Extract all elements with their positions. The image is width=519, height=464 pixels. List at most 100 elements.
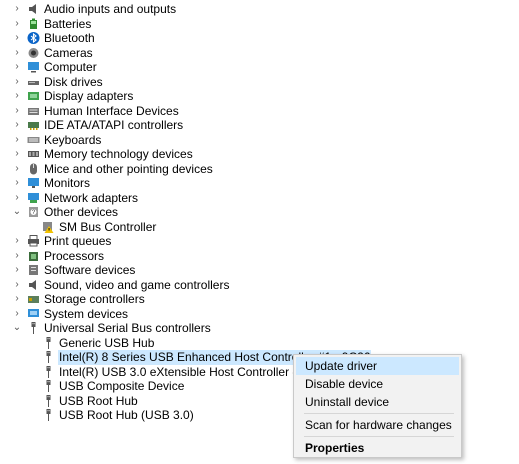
tree-item-label: Processors bbox=[44, 248, 105, 263]
tree-category-audio-inputs-and-outputs[interactable]: › Audio inputs and outputs bbox=[0, 2, 519, 17]
tree-category-other-devices[interactable]: ⌄? Other devices bbox=[0, 205, 519, 220]
disk-drive-icon bbox=[28, 80, 39, 85]
chevron-right-icon[interactable]: › bbox=[12, 118, 22, 133]
tree-category-storage-controllers[interactable]: › Storage controllers bbox=[0, 292, 519, 307]
tree-item-label: Cameras bbox=[44, 45, 93, 60]
tree-item-label: Monitors bbox=[44, 176, 91, 190]
printer-icon bbox=[28, 235, 39, 247]
tree-category-network-adapters[interactable]: › Network adapters bbox=[0, 191, 519, 206]
usb-icon bbox=[46, 380, 51, 392]
tree-item-label: IDE ATA/ATAPI controllers bbox=[44, 118, 184, 132]
tree-device-generic-usb-hub[interactable]: Generic USB Hub bbox=[0, 336, 519, 351]
chevron-right-icon[interactable]: › bbox=[12, 17, 22, 32]
tree-item-label: Storage controllers bbox=[44, 292, 145, 306]
tree-item-label: Human Interface Devices bbox=[44, 103, 179, 118]
tree-category-monitors[interactable]: › Monitors bbox=[0, 176, 519, 191]
sound-icon bbox=[29, 279, 36, 290]
tree-category-memory-technology-devices[interactable]: › Memory technology devices bbox=[0, 147, 519, 162]
tree-item-label: Universal Serial Bus controllers bbox=[44, 321, 211, 335]
tree-item-label: Bluetooth bbox=[44, 31, 95, 45]
tree-item-label: System devices bbox=[44, 306, 129, 321]
chevron-right-icon[interactable]: › bbox=[12, 133, 22, 148]
ide-controller-icon bbox=[28, 122, 39, 130]
chevron-right-icon[interactable]: › bbox=[12, 147, 22, 162]
tree-item-label: Other devices bbox=[44, 205, 119, 219]
tree-category-human-interface-devices[interactable]: › Human Interface Devices bbox=[0, 104, 519, 119]
chevron-right-icon[interactable]: › bbox=[12, 278, 22, 293]
software-device-icon bbox=[29, 265, 38, 275]
hid-icon bbox=[28, 107, 39, 115]
chevron-right-icon[interactable]: › bbox=[12, 162, 22, 177]
tree-category-batteries[interactable]: › Batteries bbox=[0, 17, 519, 32]
tree-category-print-queues[interactable]: › Print queues bbox=[0, 234, 519, 249]
usb-icon bbox=[46, 336, 51, 349]
chevron-right-icon[interactable]: › bbox=[12, 249, 22, 264]
chevron-down-icon[interactable]: ⌄ bbox=[12, 321, 22, 336]
unknown-device-icon: ? bbox=[29, 207, 38, 217]
tree-item-label: USB Root Hub bbox=[59, 393, 138, 408]
tree-category-mice-and-other-pointing-devices[interactable]: › Mice and other pointing devices bbox=[0, 162, 519, 177]
menu-separator bbox=[304, 436, 454, 437]
chevron-right-icon[interactable]: › bbox=[12, 31, 22, 46]
tree-category-disk-drives[interactable]: › Disk drives bbox=[0, 75, 519, 90]
mouse-icon bbox=[30, 163, 37, 174]
system-device-icon bbox=[28, 308, 39, 317]
chevron-right-icon[interactable]: › bbox=[12, 191, 22, 206]
tree-category-bluetooth[interactable]: › Bluetooth bbox=[0, 31, 519, 46]
menu-item-update-driver[interactable]: Update driver bbox=[296, 357, 459, 375]
tree-category-processors[interactable]: › Processors bbox=[0, 249, 519, 264]
usb-icon bbox=[46, 351, 51, 363]
speaker-icon bbox=[29, 4, 36, 14]
battery-icon bbox=[30, 18, 37, 29]
menu-item-properties[interactable]: Properties bbox=[296, 439, 459, 457]
tree-item-label: Generic USB Hub bbox=[59, 335, 155, 350]
display-adapter-icon bbox=[28, 92, 39, 100]
monitor-icon bbox=[28, 178, 39, 188]
chevron-right-icon[interactable]: › bbox=[12, 2, 22, 17]
tree-category-display-adapters[interactable]: › Display adapters bbox=[0, 89, 519, 104]
tree-category-sound-video-and-game-controllers[interactable]: › Sound, video and game controllers bbox=[0, 278, 519, 293]
tree-item-label: Display adapters bbox=[44, 89, 134, 103]
tree-category-cameras[interactable]: › Cameras bbox=[0, 46, 519, 61]
tree-category-ide-ata-atapi-controllers[interactable]: › IDE ATA/ATAPI controllers bbox=[0, 118, 519, 133]
chevron-right-icon[interactable]: › bbox=[12, 104, 22, 119]
keyboard-icon bbox=[27, 136, 40, 143]
tree-item-label: USB Root Hub (USB 3.0) bbox=[59, 408, 194, 422]
tree-item-label: USB Composite Device bbox=[59, 379, 185, 393]
menu-separator bbox=[304, 413, 454, 414]
network-adapter-icon bbox=[28, 192, 39, 203]
computer-icon bbox=[28, 62, 39, 73]
usb-icon bbox=[31, 322, 36, 334]
chevron-down-icon[interactable]: ⌄ bbox=[12, 205, 22, 220]
tree-item-label: Mice and other pointing devices bbox=[44, 161, 213, 176]
tree-item-label: Software devices bbox=[44, 263, 136, 277]
tree-item-label: Computer bbox=[44, 60, 97, 74]
tree-category-computer[interactable]: › Computer bbox=[0, 60, 519, 75]
tree-item-label: Print queues bbox=[44, 234, 112, 248]
chevron-right-icon[interactable]: › bbox=[12, 234, 22, 249]
chevron-right-icon[interactable]: › bbox=[12, 307, 22, 322]
chevron-right-icon[interactable]: › bbox=[12, 292, 22, 307]
chevron-right-icon[interactable]: › bbox=[12, 75, 22, 90]
tree-category-keyboards[interactable]: › Keyboards bbox=[0, 133, 519, 148]
tree-item-label: Network adapters bbox=[44, 190, 139, 205]
chevron-right-icon[interactable]: › bbox=[12, 60, 22, 75]
memory-icon bbox=[28, 151, 39, 157]
tree-category-universal-serial-bus-controllers[interactable]: ⌄ Universal Serial Bus controllers bbox=[0, 321, 519, 336]
tree-category-system-devices[interactable]: › System devices bbox=[0, 307, 519, 322]
menu-item-disable-device[interactable]: Disable device bbox=[296, 375, 459, 393]
chevron-right-icon[interactable]: › bbox=[12, 176, 22, 191]
camera-icon bbox=[28, 47, 39, 58]
tree-item-label: Sound, video and game controllers bbox=[44, 277, 230, 292]
chevron-right-icon[interactable]: › bbox=[12, 89, 22, 104]
usb-icon bbox=[46, 365, 51, 378]
tree-category-software-devices[interactable]: › Software devices bbox=[0, 263, 519, 278]
chevron-right-icon[interactable]: › bbox=[12, 263, 22, 278]
tree-item-label: Disk drives bbox=[44, 74, 103, 89]
chevron-right-icon[interactable]: › bbox=[12, 46, 22, 61]
usb-icon bbox=[46, 394, 51, 407]
menu-item-scan-for-hardware-changes[interactable]: Scan for hardware changes bbox=[296, 416, 459, 434]
tree-device-sm-bus-controller[interactable]: SM Bus Controller bbox=[0, 220, 519, 235]
usb-icon bbox=[46, 409, 51, 421]
menu-item-uninstall-device[interactable]: Uninstall device bbox=[296, 393, 459, 411]
